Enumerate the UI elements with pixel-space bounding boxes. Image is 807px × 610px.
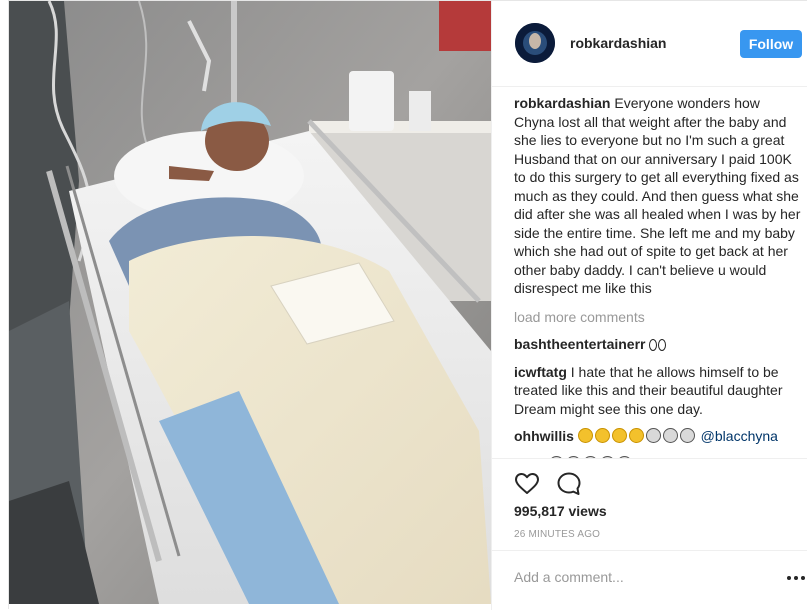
divider <box>492 458 807 459</box>
comment: ohhwillis @blacchyna <box>514 427 804 446</box>
caption-text: Everyone wonders how Chyna lost all that… <box>514 95 801 296</box>
action-bar <box>514 471 582 497</box>
crying-laughing-emoji-icon <box>611 428 627 443</box>
post-photo[interactable] <box>9 1 491 604</box>
comment-mention[interactable]: @blacchyna <box>701 428 778 444</box>
view-count[interactable]: 995,817 views <box>514 503 607 519</box>
comment-username[interactable]: bashtheentertainerr <box>514 336 645 352</box>
speech-bubble-icon[interactable] <box>556 471 582 497</box>
comment-username[interactable]: ohhwillis <box>514 428 574 444</box>
eyes-emoji-icon <box>649 339 658 351</box>
caption-username[interactable]: robkardashian <box>514 95 610 111</box>
heart-icon[interactable] <box>514 471 540 497</box>
crying-laughing-emoji-icon <box>594 428 610 443</box>
comment: bashtheentertainerr <box>514 335 804 354</box>
comment-username[interactable]: icwftatg <box>514 364 567 380</box>
add-comment-bar <box>492 550 807 604</box>
eyes-emoji-icon <box>658 339 667 351</box>
caption: robkardashian Everyone wonders how Chyna… <box>514 94 804 298</box>
skull-emoji-icon <box>679 428 695 443</box>
hospital-bed-photo <box>9 1 491 604</box>
crying-laughing-emoji-icon <box>577 428 593 443</box>
skull-emoji-icon <box>662 428 678 443</box>
comments-section: robkardashian Everyone wonders how Chyna… <box>514 94 804 458</box>
crying-laughing-emoji-icon <box>628 428 644 443</box>
post-header: robkardashian Follow <box>492 1 807 87</box>
avatar-image <box>515 23 555 63</box>
post-sidebar: robkardashian Follow robkardashian Every… <box>491 1 807 610</box>
timestamp[interactable]: 26 MINUTES AGO <box>514 529 600 540</box>
more-options-icon[interactable] <box>787 571 805 585</box>
header-username[interactable]: robkardashian <box>570 35 666 51</box>
instagram-post: robkardashian Follow robkardashian Every… <box>8 0 807 610</box>
follow-button[interactable]: Follow <box>740 30 802 58</box>
load-more-comments-link[interactable]: load more comments <box>514 308 804 327</box>
avatar[interactable] <box>515 23 555 63</box>
add-comment-input[interactable] <box>514 565 764 589</box>
skull-emoji-icon <box>645 428 661 443</box>
comment: icwftatg I hate that he allows himself t… <box>514 363 804 419</box>
